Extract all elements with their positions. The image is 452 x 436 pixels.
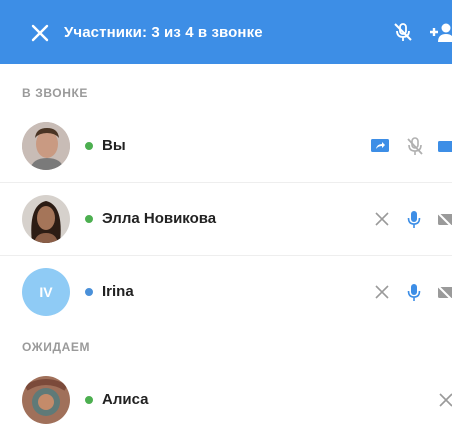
camera-off-icon[interactable] [436, 282, 452, 302]
participant-name: Алиса [102, 391, 149, 408]
participant-row-you: Вы [0, 110, 452, 183]
avatar [22, 376, 70, 424]
mic-off-icon[interactable] [405, 136, 425, 156]
mic-icon[interactable] [404, 209, 424, 229]
participant-name: Элла Новикова [102, 210, 217, 227]
remove-icon[interactable] [436, 390, 452, 410]
status-dot [83, 140, 95, 152]
avatar: IV [22, 268, 70, 316]
participant-row-irina: IV Irina [0, 256, 452, 328]
avatar [22, 122, 70, 170]
participant-row-ella: Элла Новикова [0, 183, 452, 256]
camera-off-icon[interactable] [436, 209, 452, 229]
remove-icon[interactable] [372, 209, 392, 229]
status-dot [83, 213, 95, 225]
avatar [22, 195, 70, 243]
header-title: Участники: 3 из 4 в звонке [64, 24, 263, 41]
participants-header: Участники: 3 из 4 в звонке [0, 0, 452, 64]
mic-off-icon[interactable] [392, 21, 414, 43]
add-user-icon[interactable] [428, 21, 452, 43]
remove-icon[interactable] [372, 282, 392, 302]
status-dot [83, 286, 95, 298]
status-dot [83, 394, 95, 406]
camera-icon[interactable] [438, 136, 452, 156]
participant-name: Irina [102, 283, 134, 300]
participant-name: Вы [102, 137, 126, 154]
section-waiting: ОЖИДАЕМ [22, 340, 91, 354]
section-in-call: В ЗВОНКЕ [22, 86, 89, 100]
close-icon[interactable] [31, 24, 49, 42]
mic-icon[interactable] [404, 282, 424, 302]
participant-row-alisa: Алиса [0, 364, 452, 436]
screen-share-icon[interactable] [370, 136, 390, 156]
